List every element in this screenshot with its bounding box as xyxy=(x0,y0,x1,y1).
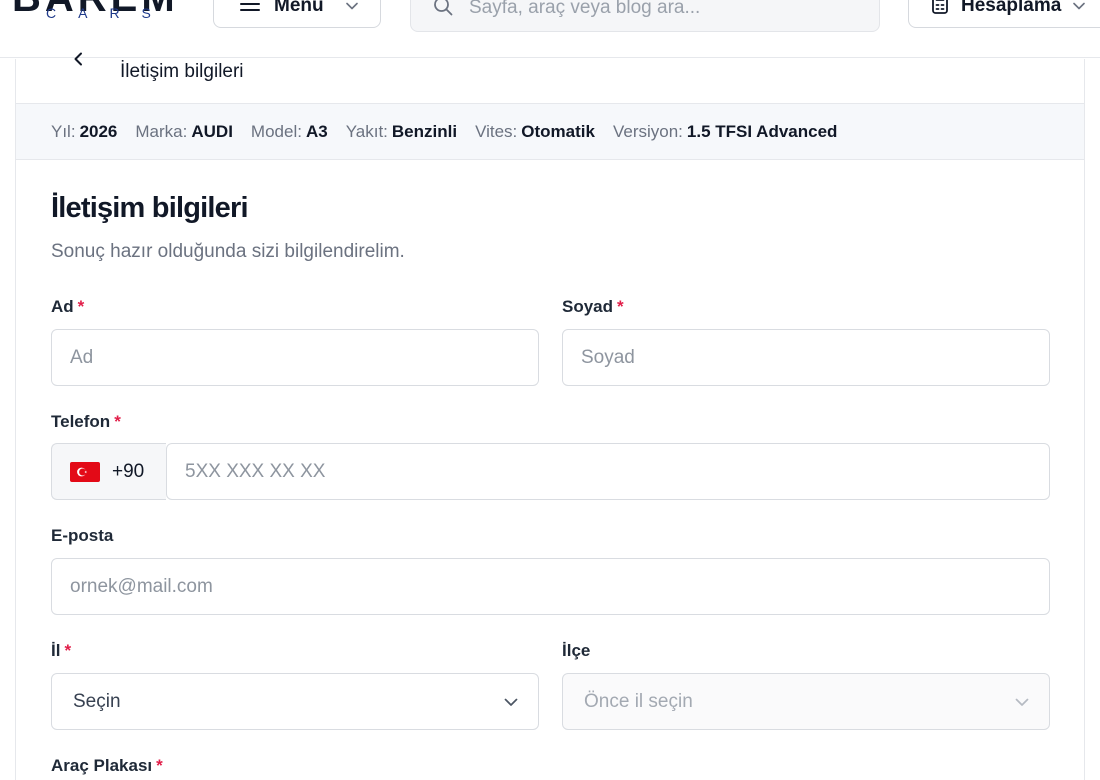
hamburger-icon xyxy=(240,0,260,17)
phone-input[interactable] xyxy=(167,444,1049,499)
calculation-button-label: Hesaplama xyxy=(961,0,1062,16)
turkey-flag-icon xyxy=(70,461,100,482)
last-name-input[interactable] xyxy=(563,330,1049,385)
country-code: +90 xyxy=(112,460,145,482)
menu-button[interactable]: Menu xyxy=(213,0,381,28)
district-label: İlçe xyxy=(562,641,591,660)
email-label: E-posta xyxy=(51,526,114,545)
required-mark: * xyxy=(156,756,163,775)
country-code-selector[interactable]: +90 xyxy=(51,443,166,500)
district-select[interactable]: Önce il seçin xyxy=(562,673,1050,730)
spec-year: Yıl: 2026 xyxy=(51,121,118,141)
chevron-down-icon xyxy=(1015,691,1029,713)
spec-version: Versiyon: 1.5 TFSI Advanced xyxy=(612,121,838,141)
search-icon xyxy=(433,0,453,21)
phone-label: Telefon * xyxy=(51,412,121,431)
chevron-down-icon xyxy=(504,691,518,713)
card-header: İletişim bilgileri xyxy=(16,52,1084,104)
back-arrow-icon xyxy=(72,52,84,71)
chevron-down-icon xyxy=(345,0,358,15)
vehicle-specs-bar: Yıl: 2026 Marka: AUDI Model: A3 Yakıt: Benzi… xyxy=(16,104,1084,160)
email-field-wrapper xyxy=(51,558,1050,615)
search-input[interactable] xyxy=(469,0,869,19)
required-mark: * xyxy=(617,297,624,316)
top-navigation-bar: BAREM CARS Menu Hesaplama xyxy=(0,0,1100,58)
city-select-value: Seçin xyxy=(73,690,121,712)
site-search xyxy=(410,0,880,32)
spec-transmission: Vites: Otomatik xyxy=(475,121,595,141)
district-select-value: Önce il seçin xyxy=(584,690,693,712)
last-name-field-wrapper xyxy=(562,329,1050,386)
required-mark: * xyxy=(77,297,85,316)
logo-subtext: CARS xyxy=(46,5,173,21)
plate-label: Araç Plakası * xyxy=(51,756,163,775)
email-input[interactable] xyxy=(52,559,1049,614)
phone-field-wrapper xyxy=(166,443,1050,500)
calculator-icon xyxy=(931,0,949,19)
menu-button-label: Menu xyxy=(274,0,324,16)
first-name-field-wrapper xyxy=(51,329,539,386)
city-label: İl * xyxy=(51,641,72,660)
required-mark: * xyxy=(114,412,121,431)
city-select[interactable]: Seçin xyxy=(51,673,539,730)
required-mark: * xyxy=(64,641,72,660)
calculation-button[interactable]: Hesaplama xyxy=(908,0,1100,28)
form-title: İletişim bilgileri xyxy=(51,192,249,224)
card-header-title: İletişim bilgileri xyxy=(120,61,244,82)
last-name-label: Soyad * xyxy=(562,297,624,316)
first-name-input[interactable] xyxy=(52,330,538,385)
spec-fuel: Yakıt: Benzinli xyxy=(345,121,458,141)
back-button[interactable] xyxy=(66,49,90,73)
spec-brand: Marka: AUDI xyxy=(135,121,233,141)
brand-logo[interactable]: BAREM CARS xyxy=(8,0,198,24)
chevron-down-icon xyxy=(1073,0,1086,15)
first-name-label: Ad * xyxy=(51,297,85,316)
contact-form-card: İletişim bilgileri Yıl: 2026 Marka: AUDI M… xyxy=(15,52,1085,780)
form-subtitle: Sonuç hazır olduğunda sizi bilgilendirel… xyxy=(51,241,405,262)
spec-model: Model: A3 xyxy=(250,121,328,141)
